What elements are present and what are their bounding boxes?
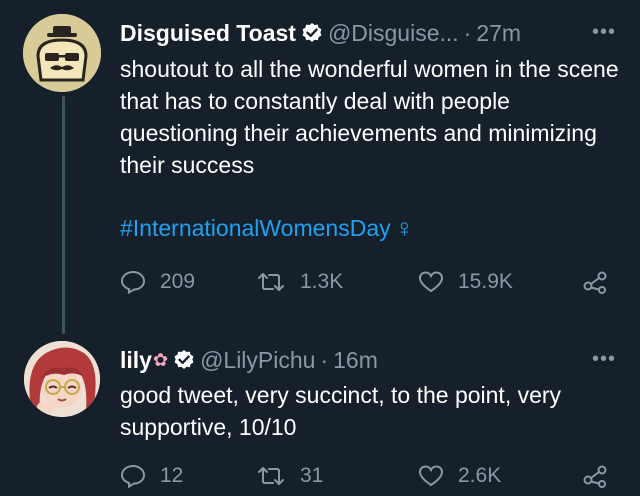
- like-button[interactable]: 15.9K: [418, 262, 513, 302]
- tweet-disguised-toast[interactable]: Disguised Toast @Disguise... · 27m ••• s…: [120, 14, 640, 302]
- reply-icon: [120, 270, 146, 294]
- share-icon: [583, 465, 607, 488]
- tweet-header: lily ✿ @LilyPichu · 16m: [120, 341, 640, 379]
- share-button[interactable]: [582, 456, 622, 496]
- tweet-actions: 12 31 2.6K: [120, 456, 640, 496]
- lily-anime-avatar-icon: [24, 341, 100, 417]
- author-name[interactable]: Disguised Toast: [120, 20, 296, 47]
- reply-count: 12: [160, 464, 184, 487]
- thread-connector-line: [62, 96, 65, 334]
- hashtag-line: #InternationalWomensDay ♀: [120, 213, 640, 244]
- like-button[interactable]: 2.6K: [418, 456, 501, 496]
- tweet-text: shoutout to all the wonderful women in t…: [120, 56, 619, 178]
- tweet-lily[interactable]: lily ✿ @LilyPichu · 16m ••• good tweet, …: [120, 341, 640, 496]
- heart-icon: [418, 465, 444, 487]
- more-options-icon[interactable]: •••: [592, 22, 616, 42]
- tweet-text: good tweet, very succinct, to the point,…: [120, 382, 562, 440]
- more-options-icon[interactable]: •••: [592, 349, 616, 369]
- avatar-disguised-toast[interactable]: [23, 14, 101, 92]
- retweet-count: 1.3K: [300, 270, 344, 293]
- avatar-lily[interactable]: [24, 341, 100, 417]
- toast-mask-avatar-icon: [23, 14, 101, 92]
- like-count: 2.6K: [458, 464, 502, 487]
- share-button[interactable]: [582, 262, 622, 302]
- verified-badge-icon: [301, 22, 323, 44]
- female-sign-emoji: ♀: [394, 213, 415, 243]
- retweet-icon: [258, 467, 284, 485]
- reply-button[interactable]: 209: [120, 262, 195, 302]
- separator-dot: ·: [320, 346, 329, 373]
- tweet-timestamp[interactable]: 27m: [476, 20, 521, 47]
- separator-dot: ·: [463, 19, 472, 46]
- retweet-button[interactable]: 31: [256, 456, 323, 496]
- author-handle[interactable]: @LilyPichu: [200, 347, 315, 374]
- reply-icon: [120, 464, 146, 488]
- author-name[interactable]: lily: [120, 347, 152, 374]
- hashtag-link[interactable]: #InternationalWomensDay: [120, 215, 391, 242]
- retweet-icon: [258, 273, 284, 291]
- author-handle[interactable]: @Disguise...: [328, 20, 459, 47]
- twitter-thread: Disguised Toast @Disguise... · 27m ••• s…: [0, 0, 640, 496]
- reply-count: 209: [160, 270, 196, 293]
- retweet-count: 31: [300, 464, 324, 487]
- share-icon: [583, 271, 607, 294]
- tweet-actions: 209 1.3K 15.9K: [120, 262, 640, 302]
- verified-badge-icon: [173, 349, 195, 371]
- like-count: 15.9K: [458, 270, 513, 293]
- tweet-timestamp[interactable]: 16m: [333, 347, 378, 374]
- tweet-header: Disguised Toast @Disguise... · 27m: [120, 14, 640, 52]
- cherry-blossom-emoji: ✿: [152, 349, 169, 370]
- reply-button[interactable]: 12: [120, 456, 183, 496]
- retweet-button[interactable]: 1.3K: [256, 262, 343, 302]
- heart-icon: [418, 271, 444, 293]
